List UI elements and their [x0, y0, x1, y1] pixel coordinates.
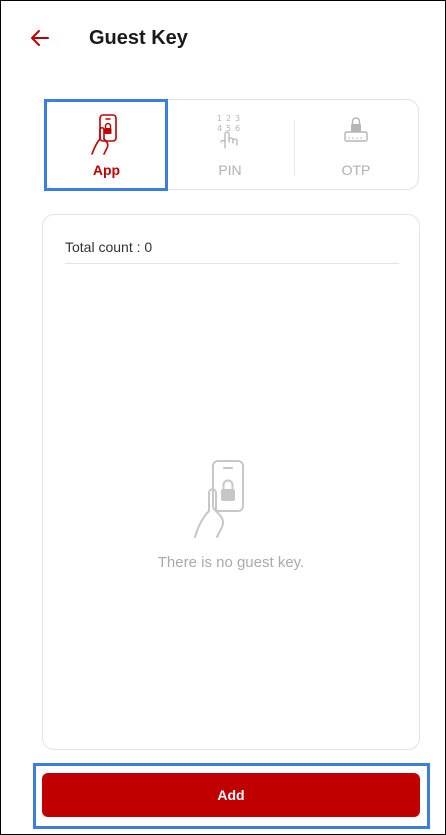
- arrow-left-icon: [31, 30, 49, 46]
- add-button[interactable]: Add: [42, 773, 420, 817]
- tab-otp[interactable]: OTP: [292, 100, 420, 191]
- tab-label-app: App: [92, 162, 121, 178]
- tab-pin[interactable]: 1 2 3 4 5 6 PIN: [168, 100, 292, 191]
- app-header: Guest Key: [0, 0, 446, 80]
- tab-divider: [294, 120, 295, 175]
- phone-in-hand-icon: [90, 114, 117, 155]
- keypad-touch-icon: 1 2 3 4 5 6: [217, 114, 240, 149]
- empty-state-message: There is no guest key.: [157, 554, 305, 571]
- page-title: Guest Key: [89, 27, 188, 49]
- svg-text:4: 4: [217, 124, 222, 133]
- svg-text:6: 6: [235, 124, 240, 133]
- guest-key-list-panel: Total count : 0 There is no guest key.: [42, 214, 420, 750]
- svg-text:3: 3: [235, 114, 240, 123]
- svg-text:2: 2: [226, 114, 231, 123]
- tab-label-otp: OTP: [341, 162, 371, 178]
- svg-text:1: 1: [217, 114, 222, 123]
- tab-label-pin: PIN: [218, 162, 242, 178]
- key-type-tabs: App 1 2 3 4 5 6 PIN OTP: [44, 99, 419, 190]
- tab-app[interactable]: App: [45, 100, 168, 191]
- back-button[interactable]: [26, 24, 54, 52]
- phone-in-hand-icon: [194, 460, 244, 538]
- lock-keyboard-icon: [344, 117, 368, 142]
- total-count: Total count : 0: [65, 239, 153, 255]
- divider: [65, 263, 399, 264]
